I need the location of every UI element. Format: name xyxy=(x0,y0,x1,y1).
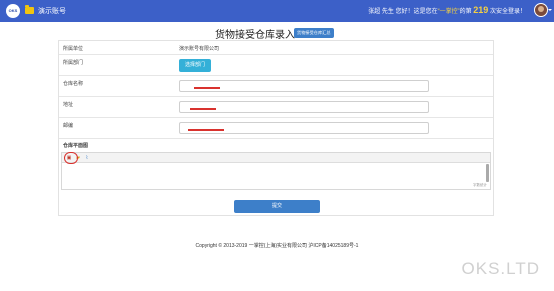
brand-logo[interactable]: OKS xyxy=(6,4,20,18)
row-address: 地址 xyxy=(59,96,493,117)
word-count-label: 字数统计 xyxy=(473,183,487,187)
row-unit: 所属单位 演示账号有限公司 xyxy=(59,41,493,54)
warehouse-name-label: 仓库名称 xyxy=(63,81,84,87)
warehouse-name-field[interactable] xyxy=(179,80,429,92)
editor-toolbar: ▣ ▰ ⌇ xyxy=(62,152,490,164)
choose-department-button[interactable]: 选择部门 xyxy=(179,59,211,72)
address-label: 地址 xyxy=(63,102,74,108)
account-name[interactable]: 演示账号 xyxy=(38,6,66,16)
chevron-down-icon[interactable] xyxy=(548,9,552,11)
row-department: 所属部门 选择部门 xyxy=(59,54,493,75)
welcome-brand: “一掌控” xyxy=(437,9,460,15)
welcome-message: 张超 先生 您好！这是您在“一掌控”的第 219 次安全登录！ xyxy=(368,5,526,15)
layout-label: 仓库平面图 xyxy=(63,143,89,149)
welcome-suffix: 次安全登录！ xyxy=(489,9,526,15)
redaction-mark xyxy=(190,108,216,110)
redaction-mark xyxy=(188,129,224,131)
top-navbar: OKS 演示账号 张超 先生 您好！这是您在“一掌控”的第 219 次安全登录！ xyxy=(0,0,554,22)
welcome-prefix: 张超 先生 您好！这是您在 xyxy=(368,9,438,15)
page-title: 货物接受仓库录入 xyxy=(215,30,295,41)
folder-icon[interactable] xyxy=(25,5,34,14)
address-field[interactable] xyxy=(179,101,429,113)
footer-copyright: Copyright © 2013-2019 一掌控(上海)实业有限公司 沪ICP… xyxy=(195,243,359,249)
editor-scrollbar[interactable] xyxy=(486,164,489,182)
unit-value: 演示账号有限公司 xyxy=(179,46,220,52)
redaction-mark xyxy=(194,87,220,89)
summary-link-button[interactable]: 货物接受仓库汇总 xyxy=(294,28,334,38)
warehouse-form: 所属单位 演示账号有限公司 所属部门 选择部门 仓库名称 地址 邮编 仓库平面图… xyxy=(58,40,494,216)
submit-button[interactable]: 提交 xyxy=(234,200,320,213)
attachment-icon[interactable]: ⌇ xyxy=(84,155,90,161)
postcode-field[interactable] xyxy=(179,122,429,134)
highlight-circle xyxy=(64,152,78,164)
row-warehouse-name: 仓库名称 xyxy=(59,75,493,96)
layout-editor[interactable]: ▣ ▰ ⌇ 字数统计 xyxy=(61,152,491,190)
welcome-mid: 的第 xyxy=(459,9,472,15)
dept-label: 所属部门 xyxy=(63,60,84,66)
login-count: 219 xyxy=(473,5,489,15)
row-postcode: 邮编 xyxy=(59,117,493,138)
watermark: OKS.LTD xyxy=(461,259,540,278)
user-avatar[interactable] xyxy=(534,3,548,17)
unit-label: 所属单位 xyxy=(63,46,84,52)
postcode-label: 邮编 xyxy=(63,123,74,129)
row-layout: 仓库平面图 ▣ ▰ ⌇ 字数统计 xyxy=(59,138,493,194)
